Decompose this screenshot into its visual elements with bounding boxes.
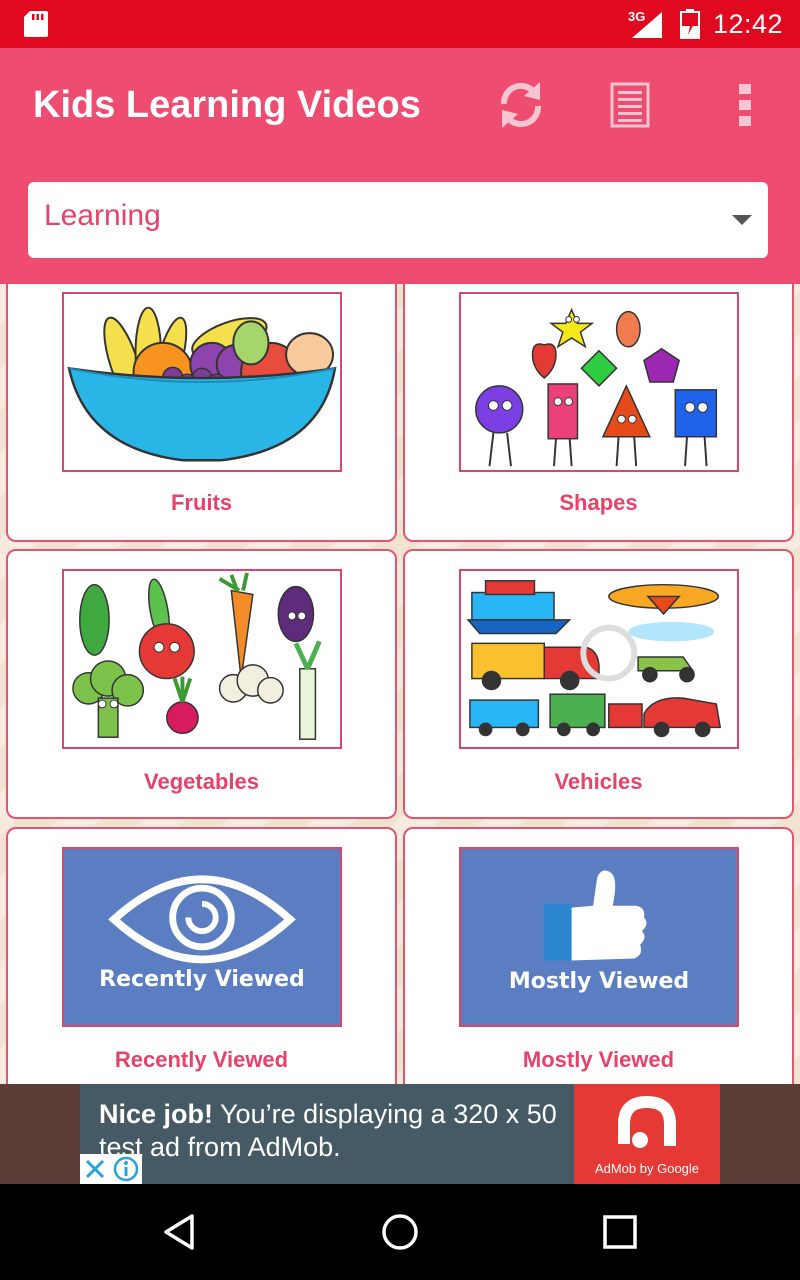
category-card-recently-viewed[interactable]: Recently Viewed Recently Viewed [6,827,397,1084]
app-title: Kids Learning Videos [33,84,421,126]
admob-logo: AdMob by Google [574,1084,720,1184]
signal-icon [632,12,662,38]
app-bar: Kids Learning Videos Learning [0,48,800,284]
category-grid: Fruits Shapes Vegetables Vehicles Recent… [0,284,800,1084]
more-options-button[interactable] [734,82,756,128]
refresh-button[interactable] [496,78,546,132]
category-label-fruits: Fruits [170,490,233,515]
ad-banner-area: Nice job! You’re displaying a 320 x 50 t… [0,1084,800,1184]
category-dropdown[interactable]: Learning [28,182,768,258]
category-card-fruits[interactable]: Fruits [6,284,397,542]
refresh-icon [500,82,542,128]
list-button[interactable] [610,82,654,128]
sd-card-icon [24,11,48,37]
close-icon [85,1159,105,1179]
ad-text: Nice job! You’re displaying a 320 x 50 t… [99,1098,579,1164]
clock: 12:42 [713,9,784,39]
ad-banner[interactable]: Nice job! You’re displaying a 320 x 50 t… [80,1084,720,1184]
category-label-shapes: Shapes [559,490,638,515]
ad-info-button[interactable] [110,1154,142,1184]
fruits-thumbnail [62,292,342,472]
vegetables-thumbnail [62,569,342,749]
more-vert-icon [739,84,751,126]
recently-viewed-thumbnail: Recently Viewed [62,847,342,1027]
category-label-vegetables: Vegetables [144,769,259,794]
category-label-vehicles: Vehicles [554,769,643,794]
vehicles-thumbnail [459,569,739,749]
mostly-viewed-thumbnail: Mostly Viewed [459,847,739,1027]
back-icon[interactable] [160,1212,200,1252]
mostly-viewed-thumb-text: Mostly Viewed [508,969,690,994]
category-card-mostly-viewed[interactable]: Mostly Viewed Mostly Viewed [403,827,794,1084]
thumbs-up-icon [544,870,647,961]
eye-icon [108,875,296,964]
category-label-recently-viewed: Recently Viewed [114,1047,289,1072]
recently-viewed-thumb-text: Recently Viewed [99,967,305,992]
info-icon [113,1156,139,1182]
category-dropdown-value: Learning [44,199,161,232]
navigation-bar [0,1184,800,1280]
category-card-vegetables[interactable]: Vegetables [6,549,397,819]
shapes-thumbnail [459,292,739,472]
ad-close-button[interactable] [80,1154,110,1184]
home-icon[interactable] [380,1212,420,1252]
ad-headline: Nice job! [99,1099,214,1129]
category-label-mostly-viewed: Mostly Viewed [522,1047,675,1072]
ad-brand: AdMob by Google [594,1161,700,1176]
category-card-shapes[interactable]: Shapes [403,284,794,542]
recents-icon[interactable] [600,1212,640,1252]
category-card-vehicles[interactable]: Vehicles [403,549,794,819]
list-icon [610,82,650,128]
dropdown-arrow-icon [732,215,752,225]
battery-icon [680,9,700,39]
status-bar: 3G 12:42 [0,0,800,48]
